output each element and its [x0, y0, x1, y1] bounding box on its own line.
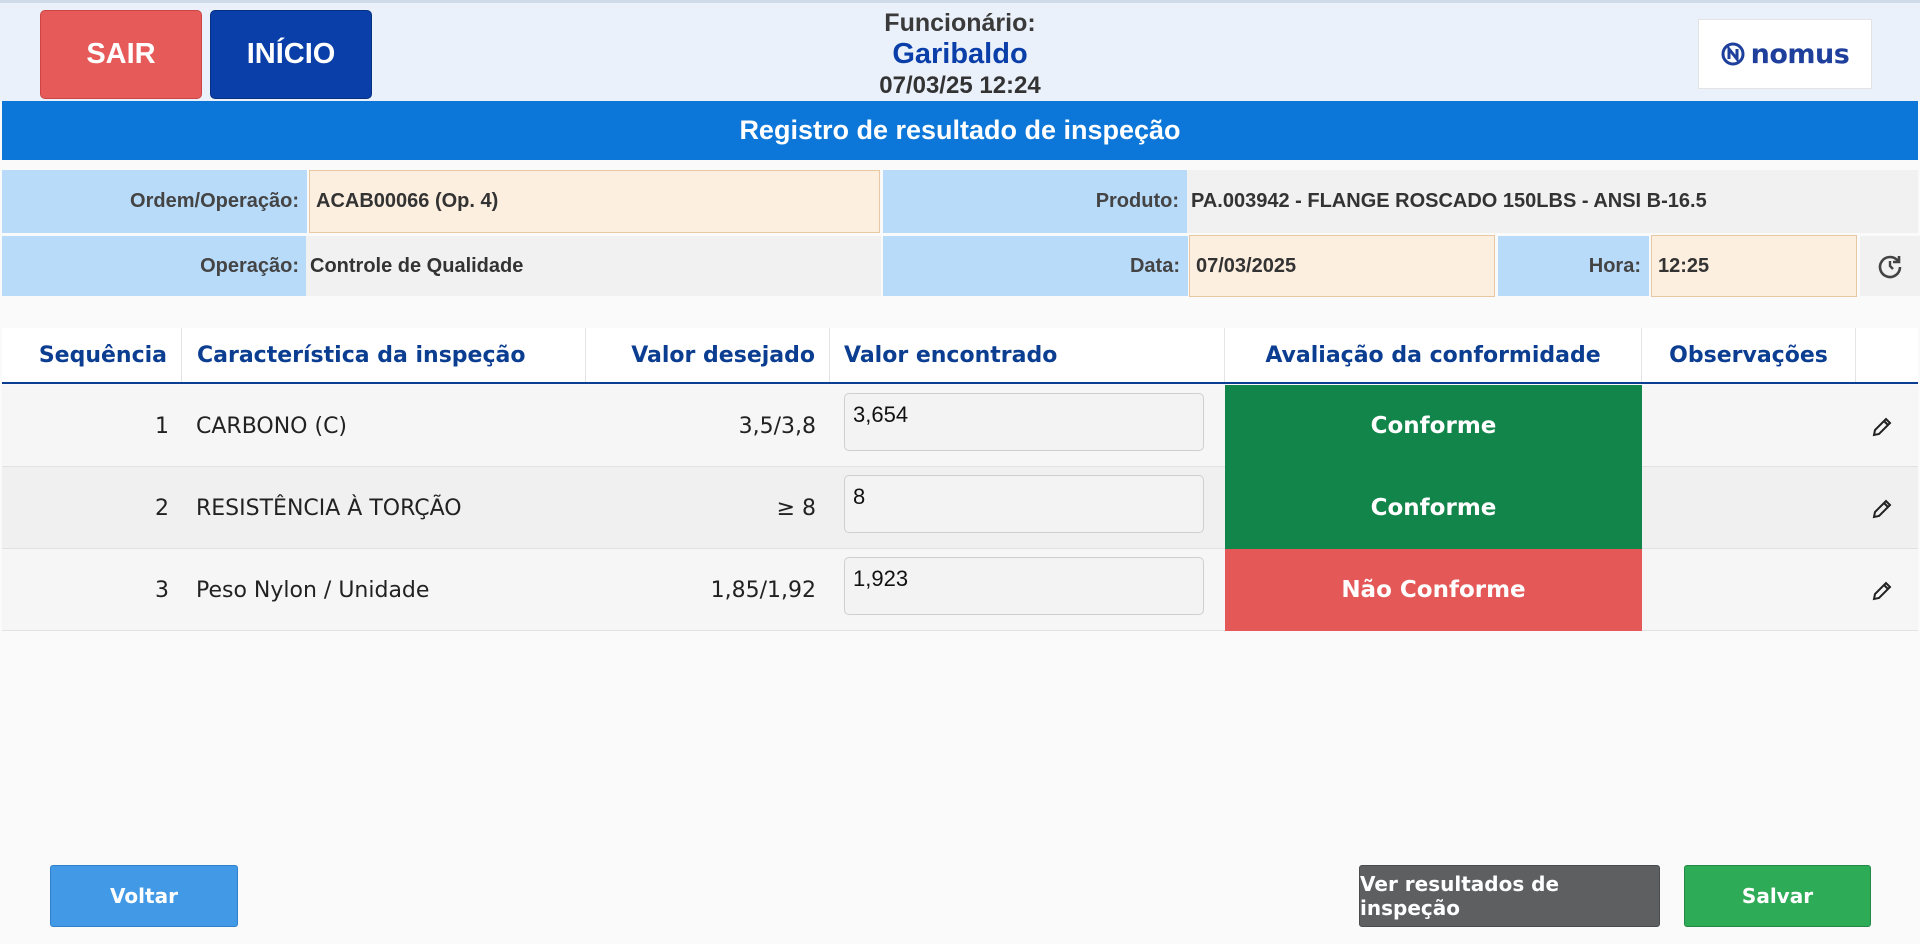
row-sequence: 3 [155, 577, 169, 603]
company-logo: nomus [1698, 19, 1872, 89]
page-title: Registro de resultado de inspeção [2, 101, 1918, 160]
found-value-input[interactable]: 3,654 [844, 393, 1204, 451]
col-found-value: Valor encontrado [830, 328, 1225, 382]
product-value: PA.003942 - FLANGE ROSCADO 150LBS - ANSI… [1187, 170, 1918, 233]
conformity-status: Conforme [1225, 467, 1642, 549]
table-header: Sequência Característica da inspeção Val… [2, 328, 1918, 384]
row-characteristic: Peso Nylon / Unidade [196, 577, 430, 603]
order-field[interactable]: ACAB00066 (Op. 4) [309, 170, 880, 233]
col-notes: Observações [1642, 328, 1856, 382]
time-label: Hora: [1498, 236, 1649, 296]
conformity-status: Não Conforme [1225, 549, 1642, 631]
col-desired-value: Valor desejado [586, 328, 830, 382]
row-characteristic: RESISTÊNCIA À TORÇÃO [196, 495, 462, 521]
logo-mark-icon [1721, 42, 1745, 66]
back-button[interactable]: Voltar [50, 865, 238, 927]
order-label: Ordem/Operação: [2, 170, 307, 233]
employee-info: Funcionário: Garibaldo 07/03/25 12:24 [760, 8, 1160, 101]
row-sequence: 1 [155, 413, 169, 439]
col-conformity: Avaliação da conformidade [1225, 328, 1642, 382]
row-desired-value: 3,5/3,8 [738, 413, 816, 439]
row-sequence: 2 [155, 495, 169, 521]
edit-icon[interactable] [1870, 415, 1894, 439]
operation-label: Operação: [2, 236, 307, 296]
time-field[interactable]: 12:25 [1651, 235, 1857, 297]
product-label: Produto: [883, 170, 1187, 233]
found-value-input[interactable]: 8 [844, 475, 1204, 533]
table-row: 3 Peso Nylon / Unidade 1,85/1,92 1,923 N… [2, 549, 1918, 631]
date-field[interactable]: 07/03/2025 [1189, 235, 1495, 297]
save-button[interactable]: Salvar [1684, 865, 1871, 927]
refresh-icon [1878, 255, 1902, 279]
current-datetime: 07/03/25 12:24 [879, 72, 1041, 99]
row-characteristic: CARBONO (C) [196, 413, 348, 439]
operation-value: Controle de Qualidade [306, 236, 881, 296]
refresh-time-button[interactable] [1860, 236, 1920, 296]
home-button[interactable]: INÍCIO [210, 10, 372, 99]
employee-label: Funcionário: [884, 9, 1036, 37]
view-results-button[interactable]: Ver resultados de inspeção [1359, 865, 1660, 927]
table-row: 1 CARBONO (C) 3,5/3,8 3,654 Conforme [2, 385, 1918, 467]
found-value-input[interactable]: 1,923 [844, 557, 1204, 615]
edit-icon[interactable] [1870, 497, 1894, 521]
table-row: 2 RESISTÊNCIA À TORÇÃO ≥ 8 8 Conforme [2, 467, 1918, 549]
row-desired-value: 1,85/1,92 [710, 577, 816, 603]
logo-text: nomus [1750, 38, 1850, 70]
exit-button[interactable]: SAIR [40, 10, 202, 99]
col-sequence: Sequência [2, 328, 182, 382]
edit-icon[interactable] [1870, 579, 1894, 603]
col-characteristic: Característica da inspeção [182, 328, 586, 382]
top-header: SAIR INÍCIO Funcionário: Garibaldo 07/03… [0, 0, 1920, 101]
row-desired-value: ≥ 8 [776, 495, 816, 521]
conformity-status: Conforme [1225, 385, 1642, 467]
date-label: Data: [883, 236, 1188, 296]
employee-name: Garibaldo [892, 38, 1028, 70]
